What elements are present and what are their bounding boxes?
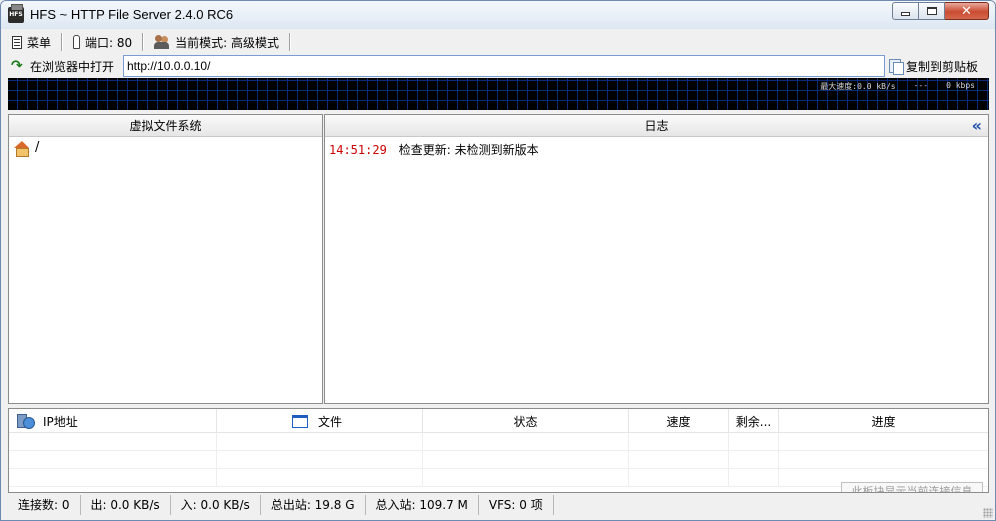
window-file-icon bbox=[292, 414, 308, 428]
connections-empty-message: 此板块显示当前连接信息 bbox=[841, 482, 983, 492]
mode-button[interactable]: 当前模式: 高级模式 bbox=[147, 31, 286, 53]
cell bbox=[629, 433, 729, 451]
window-title: HFS ~ HTTP File Server 2.4.0 RC6 bbox=[30, 7, 234, 22]
vfs-panel[interactable]: 虚拟文件系统 / bbox=[8, 114, 323, 404]
cell bbox=[729, 451, 779, 469]
column-ip[interactable]: IP地址 bbox=[9, 409, 217, 433]
column-progress[interactable]: 进度 bbox=[779, 409, 988, 433]
port-label: 端口: 80 bbox=[85, 35, 133, 50]
window-controls: ✕ bbox=[892, 2, 989, 20]
column-file[interactable]: 文件 bbox=[217, 409, 423, 433]
close-icon: ✕ bbox=[961, 3, 972, 19]
max-speed-text: 最大速度:0.0 kB/s bbox=[820, 82, 896, 91]
cell bbox=[423, 451, 629, 469]
open-in-browser-label: 在浏览器中打开 bbox=[30, 59, 115, 74]
users-mode-icon bbox=[154, 35, 170, 49]
cell bbox=[217, 469, 423, 487]
connections-panel[interactable]: IP地址 文件 状态 速度 剩余... 进度 此板块显示当前连接信息 bbox=[8, 408, 989, 493]
status-connections: 连接数: 0 bbox=[8, 495, 81, 515]
status-bar: 连接数: 0 出: 0.0 KB/s 入: 0.0 KB/s 总出站: 19.8… bbox=[8, 494, 989, 516]
cell bbox=[217, 451, 423, 469]
redo-arrow-icon: ↷ bbox=[11, 58, 23, 74]
connections-header: IP地址 文件 状态 速度 剩余... 进度 bbox=[9, 409, 988, 433]
log-message: 检查更新: 未检测到新版本 bbox=[398, 143, 539, 157]
cell bbox=[423, 469, 629, 487]
log-panel[interactable]: 日志 « 14:51:29 检查更新: 未检测到新版本 bbox=[324, 114, 989, 404]
connections-rows bbox=[9, 433, 988, 487]
cell bbox=[9, 469, 217, 487]
column-remaining[interactable]: 剩余... bbox=[729, 409, 779, 433]
vfs-root-label: / bbox=[35, 140, 40, 155]
cell bbox=[217, 433, 423, 451]
hfs-app-icon[interactable]: HFS bbox=[8, 4, 24, 23]
copy-icon bbox=[889, 59, 904, 75]
title-bar[interactable]: HFS HFS ~ HTTP File Server 2.4.0 RC6 ✕ bbox=[1, 1, 995, 29]
speed-graph[interactable]: 最大速度:0.0 kB/s --- 0 kbps bbox=[8, 78, 989, 110]
plug-icon bbox=[73, 35, 81, 49]
menu-icon bbox=[12, 35, 22, 49]
log-header: 日志 bbox=[644, 119, 669, 133]
cell bbox=[729, 469, 779, 487]
column-file-label: 文件 bbox=[318, 414, 343, 429]
collapse-double-chevron-icon[interactable]: « bbox=[972, 115, 982, 137]
log-time: 14:51:29 bbox=[329, 143, 387, 157]
toolbar-separator bbox=[142, 33, 145, 51]
url-toolbar: ↷ 在浏览器中打开 复制到剪贴板 bbox=[5, 55, 991, 77]
cell bbox=[423, 433, 629, 451]
mode-label: 当前模式: 高级模式 bbox=[175, 35, 280, 50]
cell bbox=[629, 469, 729, 487]
maximize-button[interactable] bbox=[919, 2, 945, 20]
cell bbox=[9, 433, 217, 451]
main-toolbar: 菜单 端口: 80 当前模式: 高级模式 bbox=[5, 31, 991, 53]
graph-rate: 0 kbps bbox=[946, 81, 975, 90]
graph-dashes: --- bbox=[913, 81, 929, 90]
cell bbox=[729, 433, 779, 451]
status-out: 出: 0.0 KB/s bbox=[81, 495, 171, 515]
status-total-out: 总出站: 19.8 G bbox=[261, 495, 366, 515]
menu-label: 菜单 bbox=[27, 35, 52, 50]
cell bbox=[9, 451, 217, 469]
maximize-icon bbox=[926, 7, 937, 15]
empty-row bbox=[9, 433, 988, 451]
port-button[interactable]: 端口: 80 bbox=[66, 31, 139, 53]
copy-label: 复制到剪贴板 bbox=[906, 59, 979, 74]
empty-row bbox=[9, 451, 988, 469]
status-vfs: VFS: 0 项 bbox=[479, 495, 554, 515]
home-icon bbox=[14, 140, 29, 157]
copy-to-clipboard-button[interactable]: 复制到剪贴板 bbox=[889, 55, 978, 77]
close-button[interactable]: ✕ bbox=[945, 2, 989, 20]
menu-button[interactable]: 菜单 bbox=[5, 31, 58, 53]
vfs-header: 虚拟文件系统 bbox=[9, 115, 322, 137]
toolbar-separator bbox=[289, 33, 292, 51]
status-total-in: 总入站: 109.7 M bbox=[366, 495, 479, 515]
column-ip-label: IP地址 bbox=[43, 414, 78, 429]
network-computer-icon bbox=[17, 414, 35, 429]
minimize-button[interactable] bbox=[892, 2, 919, 20]
resize-grip-icon[interactable] bbox=[983, 508, 993, 518]
column-status[interactable]: 状态 bbox=[423, 409, 629, 433]
toolbar-separator bbox=[61, 33, 64, 51]
graph-stats: 最大速度:0.0 kB/s --- 0 kbps bbox=[802, 81, 975, 92]
app-window: HFS HFS ~ HTTP File Server 2.4.0 RC6 ✕ 菜… bbox=[0, 0, 996, 521]
vfs-root-item[interactable]: / bbox=[9, 137, 322, 158]
url-input[interactable] bbox=[123, 55, 885, 77]
open-in-browser-button[interactable]: ↷ 在浏览器中打开 bbox=[9, 55, 116, 77]
log-header-bar: 日志 « bbox=[325, 115, 988, 137]
log-entry: 14:51:29 检查更新: 未检测到新版本 bbox=[325, 137, 988, 162]
column-speed[interactable]: 速度 bbox=[629, 409, 729, 433]
minimize-icon bbox=[901, 11, 910, 16]
status-in: 入: 0.0 KB/s bbox=[171, 495, 261, 515]
cell bbox=[629, 451, 729, 469]
